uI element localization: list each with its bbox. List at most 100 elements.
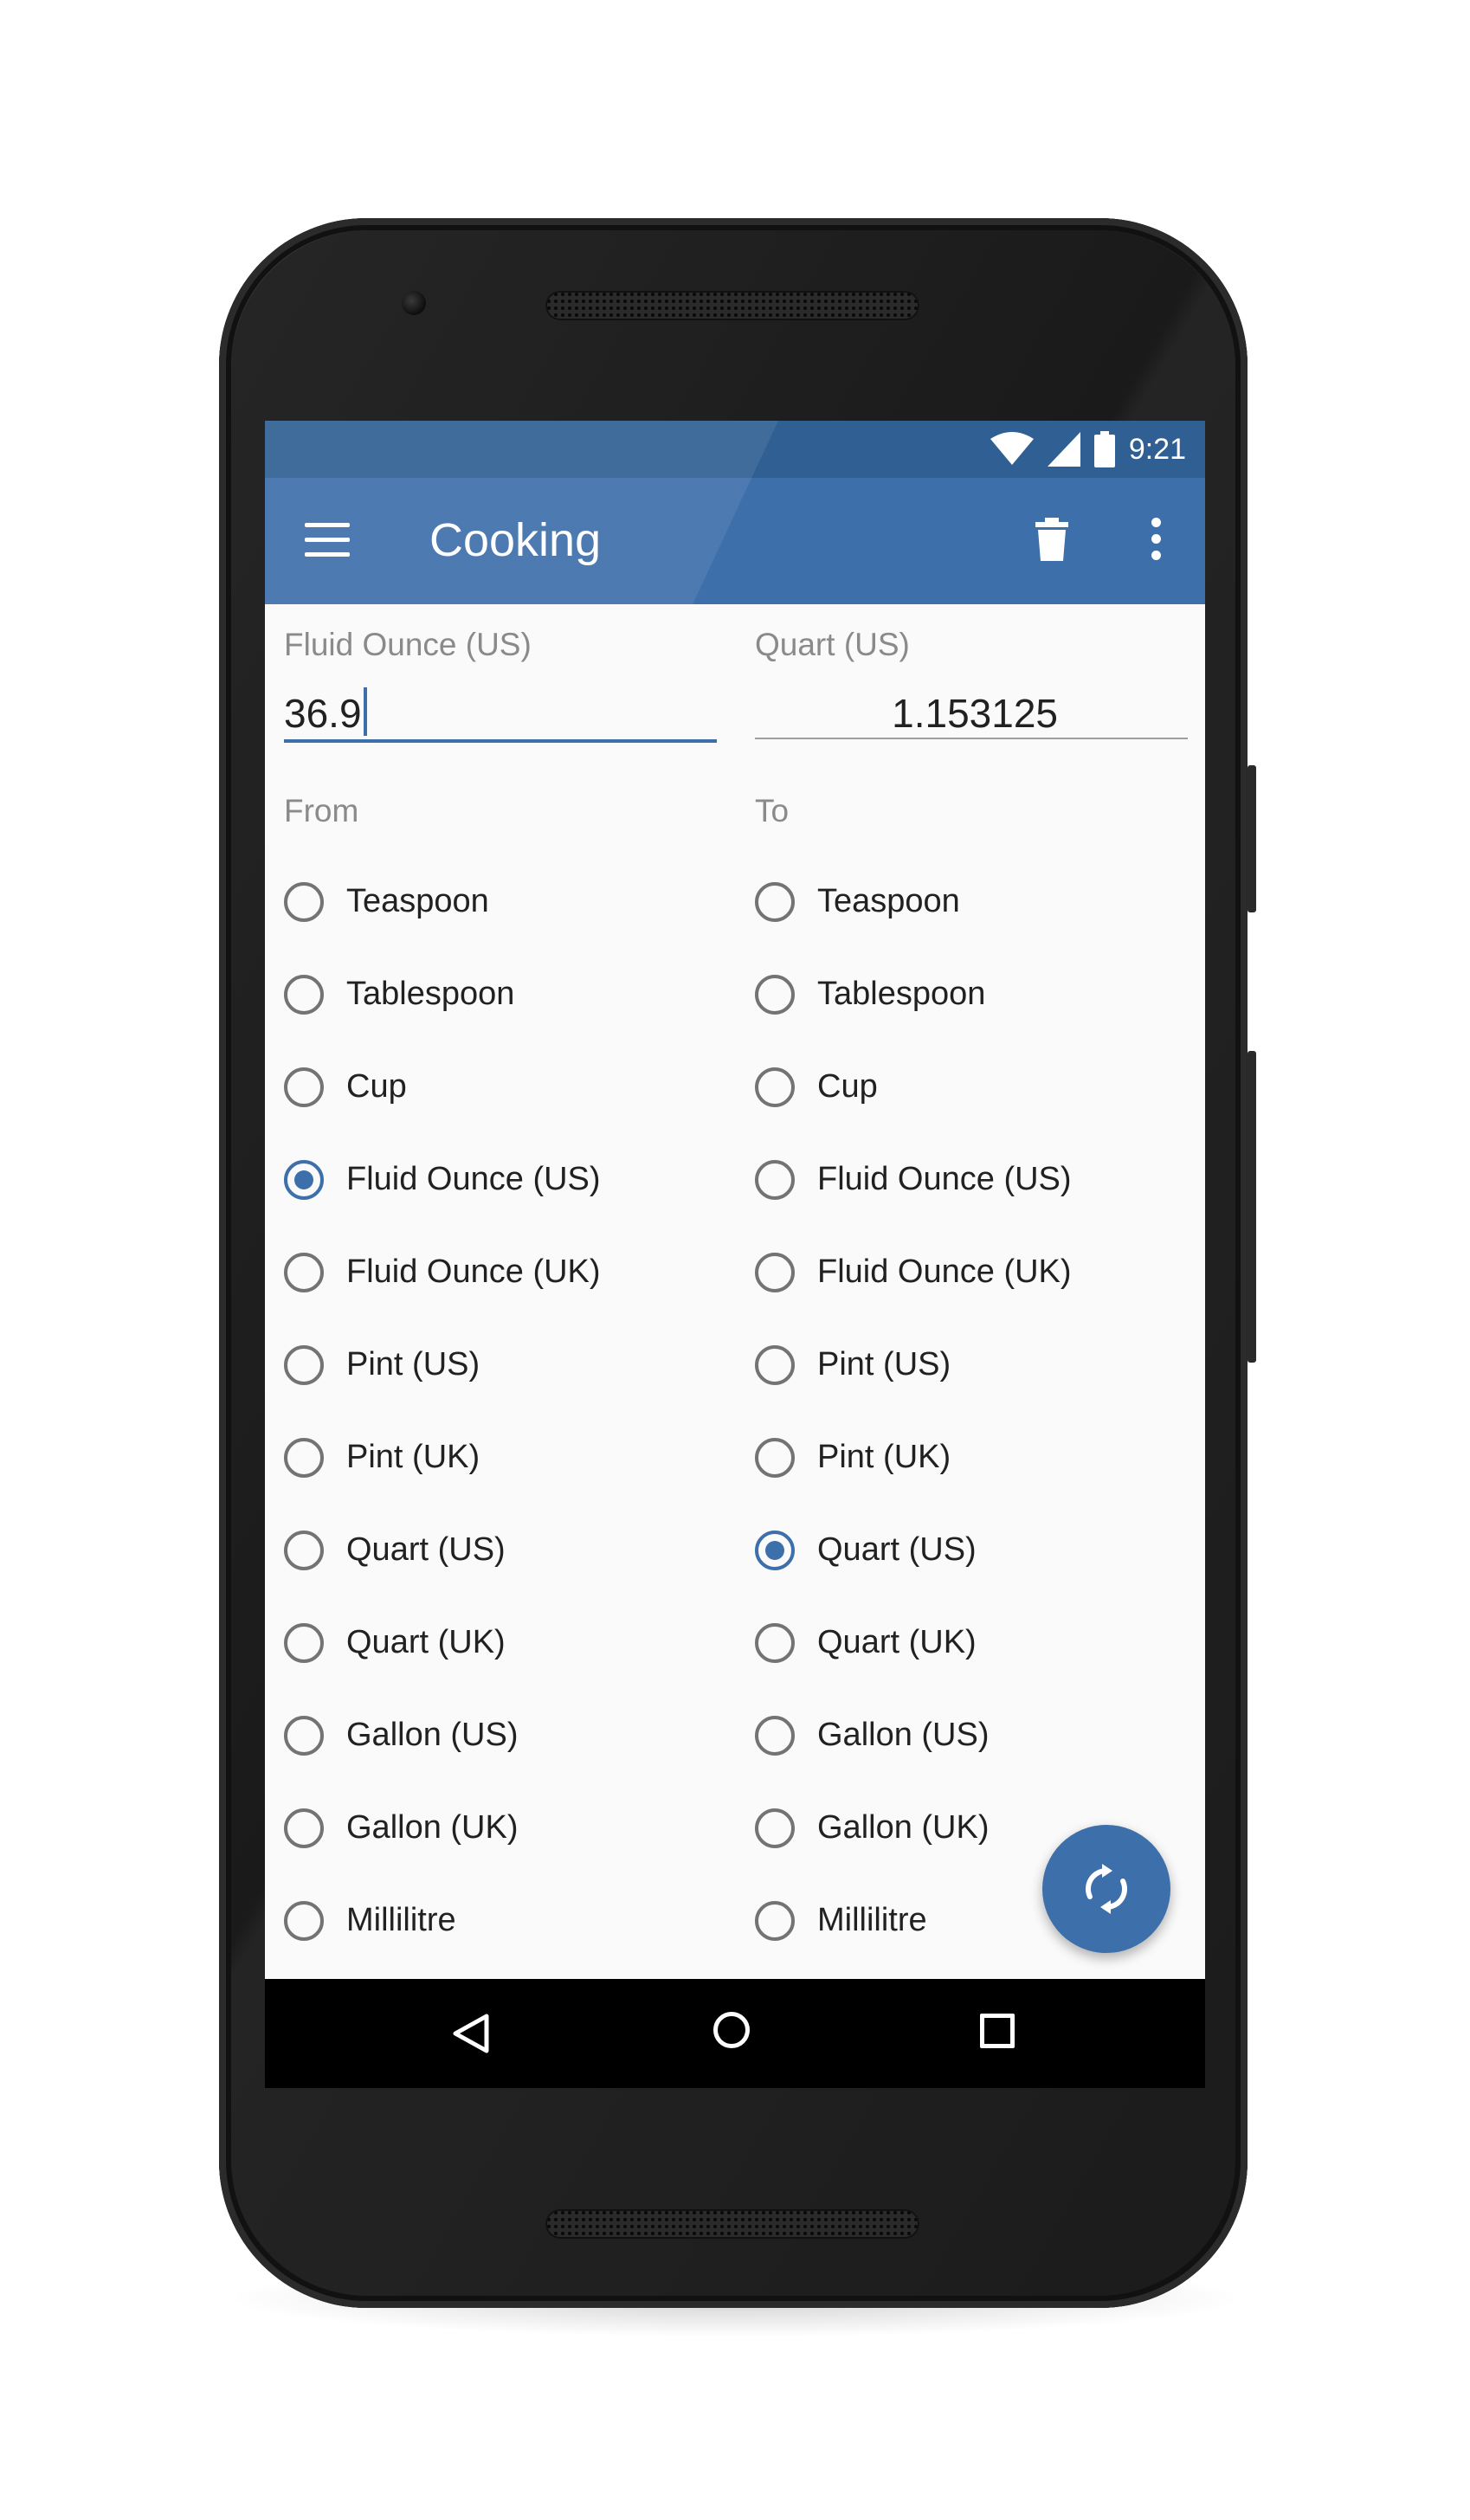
radio-button-icon[interactable]	[284, 1715, 324, 1756]
from-radio-option[interactable]: Pint (US)	[284, 1318, 734, 1411]
radio-option-label: Fluid Ounce (UK)	[346, 1254, 601, 1290]
radio-button-icon[interactable]	[284, 1622, 324, 1663]
home-circle-icon[interactable]	[713, 2012, 750, 2048]
radio-option-label: Fluid Ounce (US)	[817, 1161, 1072, 1197]
radio-option-label: Pint (UK)	[817, 1439, 951, 1475]
converter-content: Fluid Ounce (US) 36.9 From Teaspoon Table…	[265, 604, 1205, 1981]
volume-button	[1248, 765, 1256, 912]
radio-option-label: Teaspoon	[346, 883, 489, 919]
screen: 9:21 Cooking Fluid Ounce (US) 36.9 From …	[265, 421, 1205, 2088]
radio-button-icon[interactable]	[284, 1437, 324, 1478]
radio-button-icon[interactable]	[755, 1437, 795, 1478]
from-radio-option[interactable]: Fluid Ounce (US)	[284, 1133, 734, 1226]
radio-option-label: Quart (UK)	[817, 1624, 977, 1660]
to-radio-option[interactable]: Pint (US)	[755, 1318, 1205, 1411]
top-speaker	[545, 291, 919, 320]
to-radio-option[interactable]: Quart (UK)	[755, 1596, 1205, 1689]
hamburger-menu-icon[interactable]	[305, 523, 350, 559]
navigation-bar	[265, 1979, 1205, 2088]
radio-option-label: Cup	[817, 1068, 878, 1105]
radio-button-icon[interactable]	[284, 1808, 324, 1848]
status-time: 9:21	[1128, 432, 1186, 466]
power-button	[1248, 1051, 1256, 1363]
radio-option-label: Gallon (US)	[346, 1717, 519, 1753]
wifi-icon	[990, 432, 1034, 465]
stage: 9:21 Cooking Fluid Ounce (US) 36.9 From …	[0, 0, 1470, 2520]
radio-button-icon[interactable]	[284, 881, 324, 922]
radio-button-icon[interactable]	[284, 1159, 324, 1200]
radio-button-icon[interactable]	[284, 974, 324, 1015]
radio-option-label: Fluid Ounce (US)	[346, 1161, 601, 1197]
swap-refresh-icon	[1086, 1864, 1127, 1914]
status-bar: 9:21	[265, 421, 1205, 478]
radio-option-label: Quart (US)	[346, 1531, 506, 1568]
trash-icon[interactable]	[1035, 518, 1068, 561]
radio-button-icon[interactable]	[755, 1715, 795, 1756]
from-radio-option[interactable]: Quart (US)	[284, 1504, 734, 1596]
from-radio-option[interactable]: Gallon (US)	[284, 1689, 734, 1782]
radio-button-icon[interactable]	[755, 1344, 795, 1385]
radio-button-icon[interactable]	[755, 1900, 795, 1941]
bottom-speaker	[545, 2209, 919, 2239]
to-radio-option[interactable]: Pint (UK)	[755, 1411, 1205, 1504]
to-value-output[interactable]: 1.153125	[755, 687, 1188, 739]
radio-button-icon[interactable]	[284, 1530, 324, 1570]
radio-button-icon[interactable]	[284, 1252, 324, 1292]
from-radio-option[interactable]: Teaspoon	[284, 855, 734, 948]
from-radio-option[interactable]: Fluid Ounce (UK)	[284, 1226, 734, 1318]
from-radio-option[interactable]: Pint (UK)	[284, 1411, 734, 1504]
from-radio-option[interactable]: Quart (UK)	[284, 1596, 734, 1689]
radio-button-icon[interactable]	[755, 1622, 795, 1663]
more-vert-icon[interactable]	[1150, 518, 1162, 563]
from-section-label: From	[284, 793, 359, 828]
from-field-label: Fluid Ounce (US)	[284, 627, 532, 662]
radio-option-label: Millilitre	[346, 1902, 456, 1938]
to-radio-option[interactable]: Fluid Ounce (US)	[755, 1133, 1205, 1226]
back-triangle-icon[interactable]	[452, 2013, 490, 2054]
radio-option-label: Gallon (UK)	[817, 1809, 990, 1846]
to-unit-radio-group: Teaspoon Tablespoon Cup Fluid Ounce (US) Flu…	[755, 855, 1205, 1967]
to-radio-option[interactable]: Tablespoon	[755, 948, 1205, 1041]
radio-button-icon[interactable]	[755, 1159, 795, 1200]
front-camera	[402, 291, 426, 315]
to-radio-option[interactable]: Cup	[755, 1041, 1205, 1133]
app-bar: Cooking	[265, 478, 1205, 604]
radio-option-label: Pint (US)	[817, 1346, 951, 1382]
radio-option-label: Millilitre	[817, 1902, 927, 1938]
from-radio-option[interactable]: Cup	[284, 1041, 734, 1133]
from-radio-option[interactable]: Millilitre	[284, 1874, 734, 1967]
radio-option-label: Gallon (US)	[817, 1717, 990, 1753]
to-radio-option[interactable]: Gallon (US)	[755, 1689, 1205, 1782]
from-radio-option[interactable]: Tablespoon	[284, 948, 734, 1041]
radio-button-icon[interactable]	[755, 881, 795, 922]
radio-button-icon[interactable]	[284, 1900, 324, 1941]
to-field-label: Quart (US)	[755, 627, 910, 662]
cell-signal-icon	[1047, 432, 1080, 467]
radio-option-label: Pint (UK)	[346, 1439, 480, 1475]
from-value-input[interactable]: 36.9	[284, 687, 717, 743]
radio-button-icon[interactable]	[755, 1067, 795, 1107]
to-radio-option[interactable]: Fluid Ounce (UK)	[755, 1226, 1205, 1318]
radio-button-icon[interactable]	[755, 1530, 795, 1570]
radio-option-label: Cup	[346, 1068, 407, 1105]
to-radio-option[interactable]: Quart (US)	[755, 1504, 1205, 1596]
radio-option-label: Pint (US)	[346, 1346, 480, 1382]
from-radio-option[interactable]: Gallon (UK)	[284, 1782, 734, 1874]
radio-option-label: Tablespoon	[346, 976, 515, 1012]
radio-button-icon[interactable]	[755, 1808, 795, 1848]
radio-button-icon[interactable]	[284, 1067, 324, 1107]
to-section-label: To	[755, 793, 790, 828]
radio-option-label: Tablespoon	[817, 976, 986, 1012]
radio-button-icon[interactable]	[755, 974, 795, 1015]
radio-option-label: Fluid Ounce (UK)	[817, 1254, 1072, 1290]
app-title: Cooking	[429, 514, 602, 566]
radio-option-label: Gallon (UK)	[346, 1809, 519, 1846]
radio-button-icon[interactable]	[755, 1252, 795, 1292]
text-caret	[363, 687, 367, 736]
battery-icon	[1093, 431, 1115, 467]
recents-square-icon[interactable]	[980, 2014, 1015, 2048]
to-radio-option[interactable]: Teaspoon	[755, 855, 1205, 948]
from-value-text: 36.9	[284, 691, 362, 736]
swap-units-fab[interactable]	[1042, 1825, 1170, 1953]
radio-button-icon[interactable]	[284, 1344, 324, 1385]
